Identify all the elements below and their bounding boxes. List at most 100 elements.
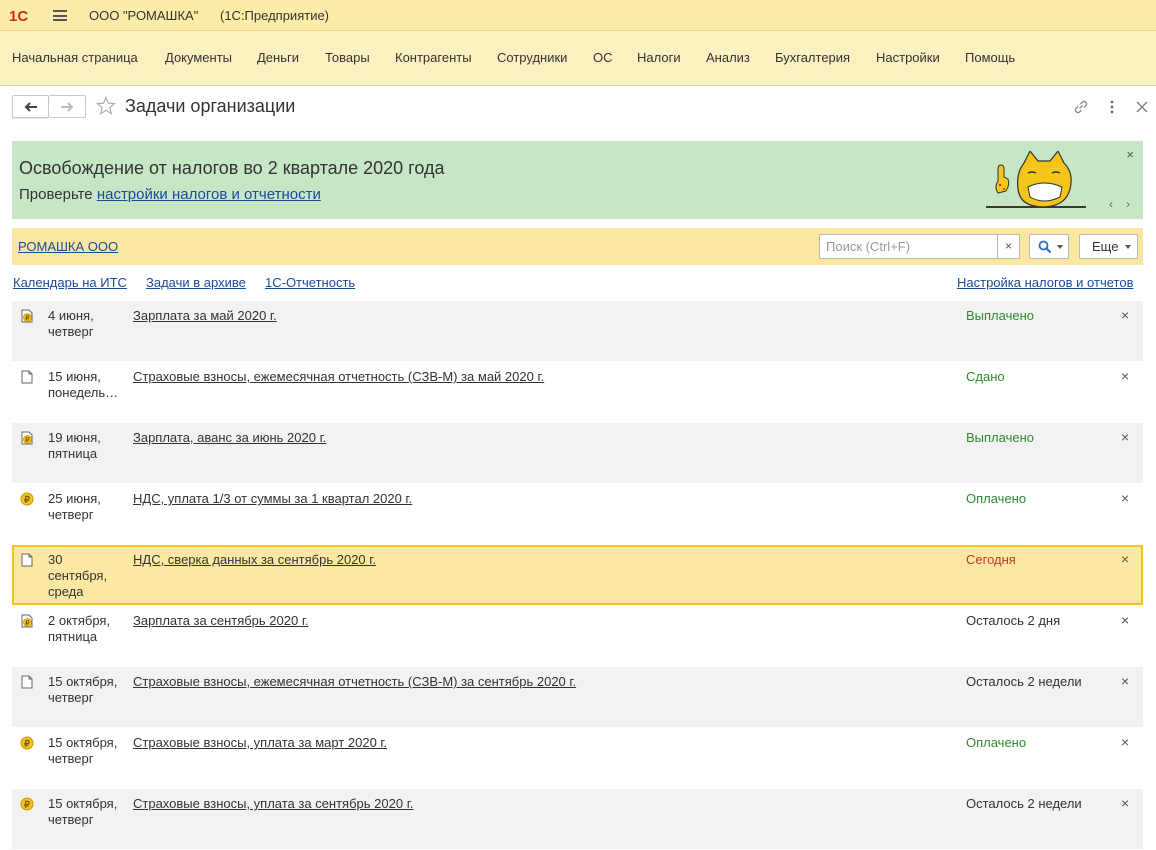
task-date: 30 сентября, среда [48, 552, 126, 600]
task-title-link[interactable]: Страховые взносы, ежемесячная отчетность… [133, 674, 576, 689]
task-date-line: четверг [48, 507, 94, 522]
svg-text:₽: ₽ [24, 495, 30, 505]
task-date-line: четверг [48, 751, 94, 766]
task-date-line: пятница [48, 629, 98, 644]
task-row[interactable]: ₽19 июня, пятница Зарплата, аванс за июнь … [12, 423, 1143, 483]
task-status: Осталось 2 недели [966, 674, 1082, 689]
section-nav: Начальная страница Документы Деньги Това… [0, 31, 1156, 86]
task-date: 15 октября, четверг [48, 796, 126, 828]
task-row[interactable]: ₽15 октября, четверг Страховые взносы, упл… [12, 789, 1143, 849]
promo-banner: Освобождение от налогов во 2 квартале 20… [12, 141, 1143, 219]
nav-item-taxes[interactable]: Налоги [637, 50, 681, 65]
archived-tasks-link[interactable]: Задачи в архиве [146, 275, 246, 290]
nav-item-documents[interactable]: Документы [165, 50, 232, 65]
task-date-line: 25 июня, [48, 491, 101, 506]
task-row[interactable]: ₽2 октября, пятница Зарплата за сентябрь 2… [12, 606, 1143, 666]
task-title-link[interactable]: Страховые взносы, уплата за март 2020 г. [133, 735, 387, 750]
task-row[interactable]: 15 июня, понедель… Страховые взносы, ежеме… [12, 362, 1143, 422]
1c-reporting-link[interactable]: 1С-Отчетность [265, 275, 355, 290]
banner-prev-icon[interactable]: ‹ [1109, 197, 1113, 211]
svg-text:1С: 1С [9, 8, 28, 24]
its-calendar-link[interactable]: Календарь на ИТС [13, 275, 127, 290]
organization-link[interactable]: РОМАШКА ООО [18, 239, 118, 254]
task-date-line: 15 октября, [48, 796, 118, 811]
nav-item-fixed-assets[interactable]: ОС [593, 50, 613, 65]
task-row[interactable]: ₽25 июня, четверг НДС, уплата 1/3 от суммы… [12, 484, 1143, 544]
search-clear-icon[interactable]: × [998, 234, 1020, 259]
nav-item-home[interactable]: Начальная страница [12, 50, 138, 65]
task-row[interactable]: 15 октября, четверг Страховые взносы, ежем… [12, 667, 1143, 727]
tax-report-settings-link[interactable]: Настройка налогов и отчетов [957, 275, 1133, 290]
main-menu-icon[interactable] [53, 10, 67, 21]
link-icon[interactable] [1072, 98, 1090, 116]
more-button[interactable]: Еще [1079, 234, 1138, 259]
coin-document-icon: ₽ [21, 309, 33, 323]
nav-item-goods[interactable]: Товары [325, 50, 370, 65]
banner-sub-text: Проверьте [19, 186, 97, 203]
nav-item-employees[interactable]: Сотрудники [497, 50, 567, 65]
task-status: Выплачено [966, 430, 1034, 445]
task-status: Осталось 2 дня [966, 613, 1061, 628]
task-close-icon[interactable]: × [1121, 673, 1129, 689]
task-close-icon[interactable]: × [1121, 612, 1129, 628]
tax-settings-link[interactable]: настройки налогов и отчетности [97, 186, 321, 203]
favorite-star-icon[interactable] [96, 96, 116, 116]
task-title-link[interactable]: НДС, сверка данных за сентябрь 2020 г. [133, 552, 376, 567]
page-title: Задачи организации [125, 96, 296, 116]
task-date-line: сентября, [48, 568, 108, 583]
task-close-icon[interactable]: × [1121, 368, 1129, 384]
task-row[interactable]: ₽15 октября, четверг Страховые взносы, упл… [12, 728, 1143, 788]
svg-text:₽: ₽ [24, 800, 30, 810]
task-row[interactable]: ₽4 июня, четверг Зарплата за май 2020 г. Вы… [12, 301, 1143, 361]
banner-title: Освобождение от налогов во 2 квартале 20… [19, 158, 445, 178]
task-date-line: 19 июня, [48, 430, 101, 445]
task-close-icon[interactable]: × [1121, 307, 1129, 323]
document-icon [21, 553, 33, 567]
task-date-line: 15 октября, [48, 674, 118, 689]
search-input[interactable] [819, 234, 998, 259]
chevron-down-icon [1057, 245, 1063, 249]
nav-item-money[interactable]: Деньги [257, 50, 299, 65]
task-status: Оплачено [966, 735, 1027, 750]
task-title-link[interactable]: НДС, уплата 1/3 от суммы за 1 квартал 20… [133, 491, 412, 506]
task-close-icon[interactable]: × [1121, 795, 1129, 811]
task-title-link[interactable]: Зарплата за сентябрь 2020 г. [133, 613, 309, 628]
task-date-line: четверг [48, 324, 94, 339]
nav-item-analysis[interactable]: Анализ [706, 50, 750, 65]
task-status: Выплачено [966, 308, 1034, 323]
task-title-link[interactable]: Страховые взносы, уплата за сентябрь 202… [133, 796, 413, 811]
close-icon[interactable] [1133, 98, 1151, 116]
more-vertical-icon[interactable] [1103, 98, 1121, 116]
banner-close-icon[interactable]: × [1126, 147, 1134, 162]
task-title-link[interactable]: Зарплата за май 2020 г. [133, 308, 277, 323]
task-close-icon[interactable]: × [1121, 734, 1129, 750]
back-button[interactable] [12, 95, 49, 118]
search-button[interactable] [1029, 234, 1069, 259]
title-bar: 1С ООО "РОМАШКА" (1С:Предприятие) [0, 0, 1156, 31]
task-date: 25 июня, четверг [48, 491, 126, 523]
banner-next-icon[interactable]: › [1126, 197, 1130, 211]
task-date-line: понедель… [48, 385, 119, 400]
task-close-icon[interactable]: × [1121, 551, 1129, 567]
more-button-label: Еще [1092, 239, 1119, 254]
nav-item-settings[interactable]: Настройки [876, 50, 940, 65]
task-date-line: пятница [48, 446, 98, 461]
task-date-line: 15 июня, [48, 369, 101, 384]
app-name: ООО "РОМАШКА" [89, 8, 199, 23]
task-date: 2 октября, пятница [48, 613, 126, 645]
task-title-link[interactable]: Зарплата, аванс за июнь 2020 г. [133, 430, 326, 445]
nav-item-accounting[interactable]: Бухгалтерия [775, 50, 850, 65]
task-date-line: четверг [48, 690, 94, 705]
1c-logo-icon: 1С [9, 8, 28, 24]
task-date-line: 2 октября, [48, 613, 111, 628]
task-close-icon[interactable]: × [1121, 429, 1129, 445]
task-row[interactable]: 30 сентября, среда НДС, сверка данных за се… [12, 545, 1143, 605]
task-status: Оплачено [966, 491, 1027, 506]
task-date-line: среда [48, 584, 84, 599]
nav-item-help[interactable]: Помощь [965, 50, 1015, 65]
forward-button[interactable] [49, 95, 86, 118]
nav-item-contractors[interactable]: Контрагенты [395, 50, 472, 65]
task-title-link[interactable]: Страховые взносы, ежемесячная отчетность… [133, 369, 544, 384]
filter-bar: РОМАШКА ООО × Еще [12, 228, 1143, 265]
task-close-icon[interactable]: × [1121, 490, 1129, 506]
